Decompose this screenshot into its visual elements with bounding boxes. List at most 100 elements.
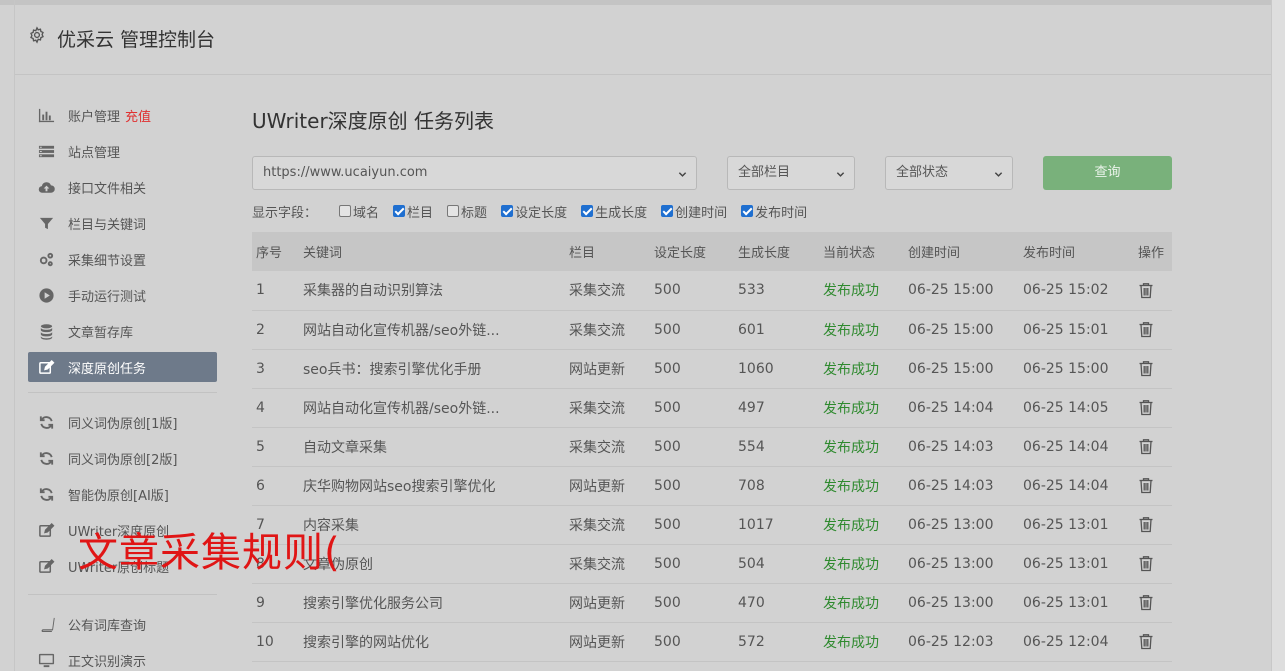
cell-column: 采集交流	[569, 544, 654, 584]
trash-icon[interactable]	[1138, 399, 1154, 416]
field-label: 域名	[353, 205, 380, 221]
display-fields-label: 显示字段：	[252, 205, 318, 221]
site-select-value: https://www.ucaiyun.com	[263, 165, 428, 180]
recharge-link[interactable]: 充值	[125, 106, 151, 125]
cell-gen-length: 554	[738, 427, 823, 467]
cell-created: 06-25 14:03	[908, 427, 1023, 467]
column-select-value: 全部栏目	[738, 165, 791, 180]
cell-created: 06-25 13:00	[908, 505, 1023, 545]
cell-keyword: 采集器的自动识别算法	[303, 271, 569, 311]
field-toggle-column[interactable]: 栏目	[393, 202, 433, 221]
status-select-value: 全部状态	[896, 165, 949, 180]
trash-icon[interactable]	[1138, 321, 1154, 338]
trash-icon[interactable]	[1138, 555, 1154, 572]
checkbox[interactable]	[661, 205, 674, 217]
sidebar-item-columns-keywords[interactable]: 栏目与关键词	[28, 205, 217, 241]
list-icon	[38, 145, 55, 157]
trash-icon[interactable]	[1138, 282, 1154, 299]
cell-column: 网站更新	[569, 583, 654, 623]
sidebar-item-synonym-v2[interactable]: 同义词伪原创[2版]	[28, 440, 217, 476]
cell-created: 06-25 13:00	[908, 544, 1023, 584]
field-toggle-create-time[interactable]: 创建时间	[661, 202, 727, 221]
trash-icon[interactable]	[1138, 594, 1154, 611]
sidebar-item-label: 站点管理	[68, 145, 121, 161]
cell-index: 10	[252, 622, 303, 662]
cell-actions	[1138, 388, 1172, 428]
trash-icon[interactable]	[1138, 438, 1154, 455]
edit-icon	[39, 522, 55, 537]
cell-gen-length: 504	[738, 544, 823, 584]
field-label: 设定长度	[515, 205, 568, 221]
sidebar-item-account[interactable]: 账户管理 充值	[28, 97, 217, 133]
cell-status: 发布成功	[823, 505, 908, 545]
field-toggle-gen-length[interactable]: 生成长度	[581, 202, 647, 221]
checkbox[interactable]	[339, 205, 352, 217]
cell-status: 发布成功	[823, 388, 908, 428]
edit-icon	[39, 359, 55, 374]
checkbox[interactable]	[393, 205, 406, 217]
table-header-row: 序号 关键词 栏目 设定长度 生成长度 当前状态 创建时间 发布时间 操作	[252, 232, 1172, 271]
cell-actions	[1138, 544, 1172, 584]
checkbox[interactable]	[581, 205, 594, 217]
cell-keyword: 自动文章采集	[303, 427, 569, 467]
cell-created: 06-25 14:04	[908, 388, 1023, 428]
cell-published: 06-25 15:01	[1023, 310, 1138, 350]
trash-icon[interactable]	[1138, 360, 1154, 377]
book-icon	[41, 617, 55, 632]
field-toggle-title[interactable]: 标题	[447, 202, 487, 221]
site-select[interactable]: https://www.ucaiyun.com	[252, 156, 697, 190]
chevron-down-icon	[678, 172, 687, 177]
cell-column: 采集交流	[569, 310, 654, 350]
sidebar-item-ai-rewrite[interactable]: 智能伪原创[AI版]	[28, 476, 217, 512]
sidebar-item-manual-test[interactable]: 手动运行测试	[28, 277, 217, 313]
filter-bar: https://www.ucaiyun.com 全部栏目 全部状态 查询	[252, 156, 1172, 190]
cell-gen-length: 601	[738, 310, 823, 350]
database-icon	[40, 323, 53, 340]
field-label: 生成长度	[595, 205, 648, 221]
cell-set-length: 500	[654, 622, 738, 662]
status-select[interactable]: 全部状态	[885, 156, 1013, 190]
sidebar-item-article-storage[interactable]: 文章暂存库	[28, 313, 217, 349]
sidebar-item-label: 采集细节设置	[68, 253, 147, 269]
cell-column: 采集交流	[569, 271, 654, 311]
cell-actions	[1138, 271, 1172, 311]
cell-published: 06-25 13:01	[1023, 505, 1138, 545]
column-select[interactable]: 全部栏目	[727, 156, 855, 190]
checkbox[interactable]	[741, 205, 754, 217]
field-toggle-publish-time[interactable]: 发布时间	[741, 202, 807, 221]
trash-icon[interactable]	[1138, 633, 1154, 650]
gears-icon	[39, 252, 54, 266]
field-toggle-set-length[interactable]: 设定长度	[501, 202, 567, 221]
sidebar-item-label: 同义词伪原创[1版]	[68, 416, 178, 432]
field-toggle-domain[interactable]: 域名	[339, 202, 379, 221]
trash-icon[interactable]	[1138, 516, 1154, 533]
sidebar-item-label: 同义词伪原创[2版]	[68, 452, 178, 468]
sidebar-item-synonym-v1[interactable]: 同义词伪原创[1版]	[28, 404, 217, 440]
sidebar-item-deep-original-tasks[interactable]: 深度原创任务	[28, 352, 217, 382]
filter-icon	[39, 217, 54, 229]
sidebar-item-collect-settings[interactable]: 采集细节设置	[28, 241, 217, 277]
col-header-status: 当前状态	[823, 232, 908, 271]
task-table: 序号 关键词 栏目 设定长度 生成长度 当前状态 创建时间 发布时间 操作 1采…	[252, 232, 1172, 662]
sidebar-item-interface-files[interactable]: 接口文件相关	[28, 169, 217, 205]
cell-keyword: 庆华购物网站seo搜索引擎优化	[303, 466, 569, 506]
query-button[interactable]: 查询	[1043, 156, 1172, 190]
sidebar-item-sites[interactable]: 站点管理	[28, 133, 217, 169]
sidebar-item-public-lexicon[interactable]: 公有词库查询	[28, 606, 217, 642]
scrollbar[interactable]	[1271, 0, 1285, 671]
cell-gen-length: 497	[738, 388, 823, 428]
console-title: 优采云 管理控制台	[57, 29, 216, 51]
overlay-text: 文章采集规则(	[78, 530, 341, 576]
checkbox[interactable]	[447, 205, 460, 217]
cell-created: 06-25 13:00	[908, 583, 1023, 623]
cell-status: 发布成功	[823, 544, 908, 584]
cell-actions	[1138, 505, 1172, 545]
trash-icon[interactable]	[1138, 477, 1154, 494]
sidebar-item-text-recognition[interactable]: 正文识别演示	[28, 642, 217, 671]
checkbox[interactable]	[501, 205, 514, 217]
cell-set-length: 500	[654, 466, 738, 506]
cell-status: 发布成功	[823, 583, 908, 623]
cell-column: 采集交流	[569, 505, 654, 545]
sidebar-item-label: 智能伪原创[AI版]	[68, 488, 169, 504]
refresh-icon	[39, 415, 54, 429]
